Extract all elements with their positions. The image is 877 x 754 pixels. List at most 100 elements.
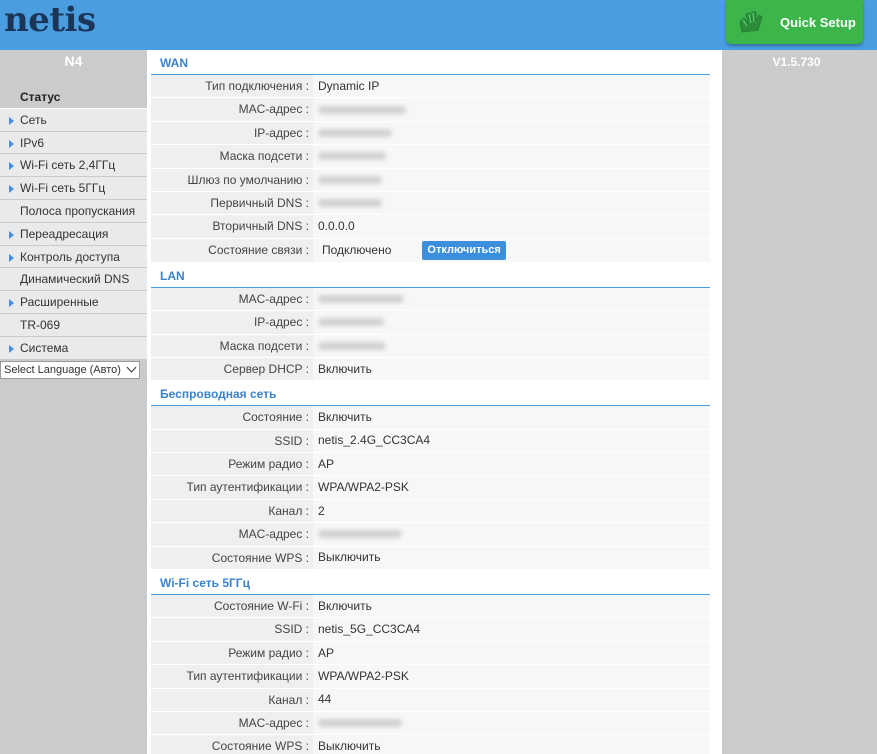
table-row: Режим радио : AP [151, 641, 710, 666]
row-value: Включить [313, 595, 710, 618]
row-value: Выключить [313, 546, 710, 570]
row-label: Состояние WPS : [151, 546, 313, 570]
sidebar-item-label: Переадресация [20, 226, 109, 241]
sidebar-item-label: Сеть [20, 112, 47, 127]
sidebar-item-bandwidth[interactable]: Полоса пропускания [0, 199, 147, 223]
table-row: Тип аутентификации : WPA/WPA2-PSK [151, 476, 710, 500]
row-label: Тип подключения : [151, 75, 313, 98]
row-value: 44 [313, 688, 710, 711]
table-row: MAC-адрес : [151, 287, 710, 312]
table-row: Тип подключения : Dynamic IP [151, 75, 710, 99]
triangle-right-icon [9, 344, 14, 353]
row-label: Шлюз по умолчанию : [151, 168, 313, 191]
table-row: SSID : netis_5G_CC3CA4 [151, 618, 710, 642]
table-row: Маска подсети : [151, 334, 710, 358]
disconnect-button[interactable]: Отключиться [422, 240, 506, 260]
row-label: IP-адрес : [151, 311, 313, 334]
table-row: Шлюз по умолчанию : [151, 168, 710, 192]
table-row: Состояние WPS : Выключить [151, 546, 710, 571]
sidebar-item-advanced[interactable]: Расширенные [0, 291, 147, 314]
sidebar-item-ddns[interactable]: Динамический DNS [0, 268, 147, 292]
sidebar-item-label: Wi-Fi сеть 5ГГц [20, 181, 106, 196]
sidebar-item-wifi-24[interactable]: Wi-Fi сеть 2,4ГГц [0, 154, 147, 178]
row-label: Маска подсети : [151, 145, 313, 168]
table-row: Состояние : Включить [151, 406, 710, 430]
row-value-redacted [313, 311, 710, 334]
row-value: Dynamic IP [313, 75, 710, 98]
row-label: Режим радио : [151, 641, 313, 665]
row-label: Состояние : [151, 406, 313, 429]
sidebar: N4 Статус Сеть IPv6 Wi-Fi сеть 2,4ГГц Wi… [0, 50, 147, 754]
right-panel: V1.5.730 [722, 50, 877, 754]
link-status: Подключено [322, 242, 392, 257]
row-label: Состояние W-Fi : [151, 595, 313, 618]
sidebar-item-label: Контроль доступа [20, 249, 120, 264]
table-row: MAC-адрес : [151, 98, 710, 122]
row-value: WPA/WPA2-PSK [313, 476, 710, 499]
sidebar-item-forwarding[interactable]: Переадресация [0, 222, 147, 246]
sidebar-item-network[interactable]: Сеть [0, 108, 147, 132]
row-label: Канал : [151, 499, 313, 523]
row-label: MAC-адрес : [151, 98, 313, 121]
row-value: 0.0.0.0 [313, 215, 710, 238]
triangle-right-icon [9, 162, 14, 171]
row-label: SSID : [151, 429, 313, 453]
row-label: Канал : [151, 688, 313, 711]
row-value: 2 [313, 499, 710, 523]
table-row: Сервер DHCP : Включить [151, 357, 710, 382]
section-title-wifi-5: Wi-Fi сеть 5ГГц [151, 570, 710, 596]
row-label: Маска подсети : [151, 334, 313, 357]
sidebar-item-label: Статус [20, 90, 61, 104]
sidebar-item-label: Wi-Fi сеть 2,4ГГц [20, 158, 116, 173]
sidebar-item-status[interactable]: Статус [0, 86, 147, 109]
row-value: netis_5G_CC3CA4 [313, 618, 710, 641]
sidebar-item-label: IPv6 [20, 135, 45, 150]
sidebar-item-label: Расширенные [20, 295, 99, 310]
language-select[interactable]: Select Language (Авто) [0, 360, 140, 379]
row-value-redacted [313, 334, 710, 357]
row-value-redacted [313, 168, 710, 191]
row-label: Вторичный DNS : [151, 215, 313, 238]
row-value-redacted [313, 121, 710, 145]
row-label: MAC-адрес : [151, 711, 313, 735]
table-row: MAC-адрес : [151, 523, 710, 547]
row-label: Состояние WPS : [151, 735, 313, 754]
sidebar-item-access-control[interactable]: Контроль доступа [0, 245, 147, 269]
row-value: Подключено Отключиться [313, 238, 710, 262]
sidebar-item-label: Полоса пропускания [20, 203, 136, 218]
table-row: IP-адрес : [151, 311, 710, 335]
triangle-right-icon [9, 299, 14, 308]
table-row: SSID : netis_2.4G_CC3CA4 [151, 429, 710, 454]
table-row: Канал :44 [151, 688, 710, 712]
language-select-value: Select Language (Авто) [4, 363, 121, 376]
nav-menu: Статус Сеть IPv6 Wi-Fi сеть 2,4ГГц Wi-Fi… [0, 86, 147, 360]
row-value: Включить [313, 357, 710, 381]
triangle-right-icon [9, 230, 14, 239]
sidebar-item-label: TR-069 [20, 317, 61, 332]
row-value-redacted [313, 711, 710, 735]
triangle-right-icon [9, 253, 14, 262]
sidebar-item-ipv6[interactable]: IPv6 [0, 131, 147, 155]
row-value: netis_2.4G_CC3CA4 [313, 429, 710, 453]
row-value-redacted [313, 523, 710, 546]
table-row: Вторичный DNS :0.0.0.0 [151, 215, 710, 239]
sidebar-item-wifi-5[interactable]: Wi-Fi сеть 5ГГц [0, 177, 147, 200]
sidebar-item-system[interactable]: Система [0, 336, 147, 360]
header-bar: netis Quick Setup [0, 0, 877, 50]
triangle-right-icon [9, 185, 14, 194]
quick-setup-button[interactable]: Quick Setup [726, 0, 863, 44]
row-label: Тип аутентификации : [151, 476, 313, 499]
sidebar-item-label: Система [20, 340, 69, 355]
model-name: N4 [64, 53, 83, 69]
table-row: Режим радио : AP [151, 453, 710, 477]
row-value-redacted [313, 191, 710, 215]
section-title-lan: LAN [151, 263, 710, 288]
hand-wave-icon [739, 11, 763, 33]
row-label: MAC-адрес : [151, 523, 313, 546]
status-panel: WAN Тип подключения : Dynamic IP MAC-адре… [147, 50, 722, 754]
netis-logo[interactable]: netis [4, 0, 96, 40]
sidebar-item-tr069[interactable]: TR-069 [0, 313, 147, 337]
row-label: Первичный DNS : [151, 191, 313, 215]
table-row: Канал :2 [151, 499, 710, 524]
row-value: AP [313, 453, 710, 476]
